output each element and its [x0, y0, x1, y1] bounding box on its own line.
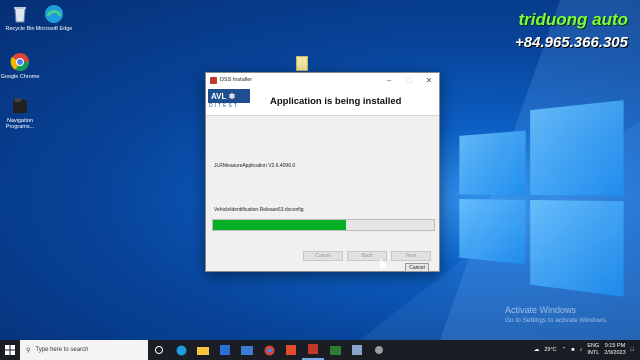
cancel-overlay-button[interactable]: Cancel	[405, 263, 429, 272]
start-button[interactable]	[0, 340, 20, 360]
terminal-icon[interactable]	[324, 340, 346, 360]
cancel-button[interactable]: Cancel	[303, 251, 343, 261]
watermark-title: triduong auto	[518, 10, 628, 29]
search-placeholder: Type here to search	[35, 347, 89, 353]
recycle-bin-icon	[10, 4, 30, 24]
close-icon[interactable]: ✕	[419, 76, 439, 85]
installer-header: AVL ❄ DITEST Application is being instal…	[206, 87, 439, 116]
maximize-icon[interactable]: □	[399, 76, 419, 85]
taskbar: ⚲ Type here to search ☁ 29°C ⌃ ■ ♪ ENG I…	[0, 340, 640, 360]
snowflake-icon: ❄	[228, 91, 236, 101]
progress-fill	[213, 220, 346, 230]
button-row: Cancel Back Next	[303, 251, 431, 261]
chrome-icon	[10, 52, 30, 72]
network-icon[interactable]: ■	[571, 347, 574, 353]
desktop-icon-label: Navigation Programs...	[5, 118, 35, 130]
file-explorer-icon[interactable]	[192, 340, 214, 360]
notification-icon[interactable]: □	[631, 347, 634, 353]
desktop-icon-chrome[interactable]: Google Chrome	[0, 52, 40, 80]
program-folder-icon	[10, 96, 30, 116]
installer-heading: Application is being installed	[270, 95, 402, 107]
windows-start-icon	[5, 345, 15, 355]
store-icon[interactable]	[214, 340, 236, 360]
installer-body: JLRMeasureApplication V2.6.4096.0 Vehicl…	[206, 116, 439, 246]
installer-window: DSS Installer – □ ✕ AVL ❄ DITEST Applica…	[205, 72, 440, 272]
desktop-file-icon[interactable]	[296, 56, 308, 71]
edge-taskbar-icon[interactable]	[170, 340, 192, 360]
chevron-up-icon[interactable]: ⌃	[562, 347, 567, 353]
task-view-icon[interactable]	[148, 340, 170, 360]
activate-title: Activate Windows	[505, 305, 577, 315]
title-bar[interactable]: DSS Installer – □ ✕	[206, 73, 439, 87]
desktop-icon-label: Microsoft Edge	[35, 26, 73, 32]
activate-subtitle: Go to Settings to activate Windows.	[505, 317, 608, 324]
watermark-phone: +84.965.366.305	[514, 34, 628, 51]
clock[interactable]: 9:15 PM 2/9/2023	[604, 343, 625, 357]
brand-top: AVL	[211, 91, 227, 101]
tools-icon[interactable]	[346, 340, 368, 360]
lang-bottom: INTL	[587, 350, 600, 356]
red-app-icon[interactable]	[280, 340, 302, 360]
weather-temp[interactable]: 29°C	[544, 347, 556, 353]
brand-bottom: DITEST	[209, 103, 239, 109]
desktop-icon-label: Google Chrome	[0, 74, 40, 80]
system-tray: ☁ 29°C ⌃ ■ ♪ ENG INTL 9:15 PM 2/9/2023 □	[534, 343, 640, 357]
avl-ditest-logo: AVL ❄ DITEST	[208, 89, 250, 113]
current-application-label: JLRMeasureApplication V2.6.4096.0	[214, 163, 296, 169]
minimize-icon[interactable]: –	[379, 76, 399, 85]
installer-taskbar-icon[interactable]	[302, 340, 324, 360]
next-button[interactable]: Next	[391, 251, 431, 261]
app-icon	[210, 76, 217, 84]
activate-windows-notice: Activate Windows Go to Settings to activ…	[505, 305, 608, 324]
mail-icon[interactable]	[236, 340, 258, 360]
window-title: DSS Installer	[220, 77, 253, 83]
settings-icon[interactable]	[368, 340, 390, 360]
clock-date: 2/9/2023	[604, 350, 626, 356]
install-progress-bar	[212, 219, 435, 231]
language-indicator[interactable]: ENG INTL	[587, 343, 599, 357]
clock-time: 9:15 PM	[604, 343, 626, 349]
taskbar-search[interactable]: ⚲ Type here to search	[20, 340, 148, 360]
desktop-icon-navigation-programs[interactable]: Navigation Programs...	[0, 96, 40, 130]
weather-icon[interactable]: ☁	[534, 347, 540, 353]
lang-top: ENG	[587, 343, 600, 349]
current-file-label: VehicleIdentification.Release63.dxconfig	[214, 207, 304, 213]
search-icon: ⚲	[26, 347, 31, 354]
windows-logo-wallpaper	[459, 100, 624, 297]
volume-icon[interactable]: ♪	[580, 347, 583, 353]
chrome-taskbar-icon[interactable]	[258, 340, 280, 360]
desktop-icon-edge[interactable]: Microsoft Edge	[34, 4, 74, 32]
edge-icon	[44, 4, 64, 24]
